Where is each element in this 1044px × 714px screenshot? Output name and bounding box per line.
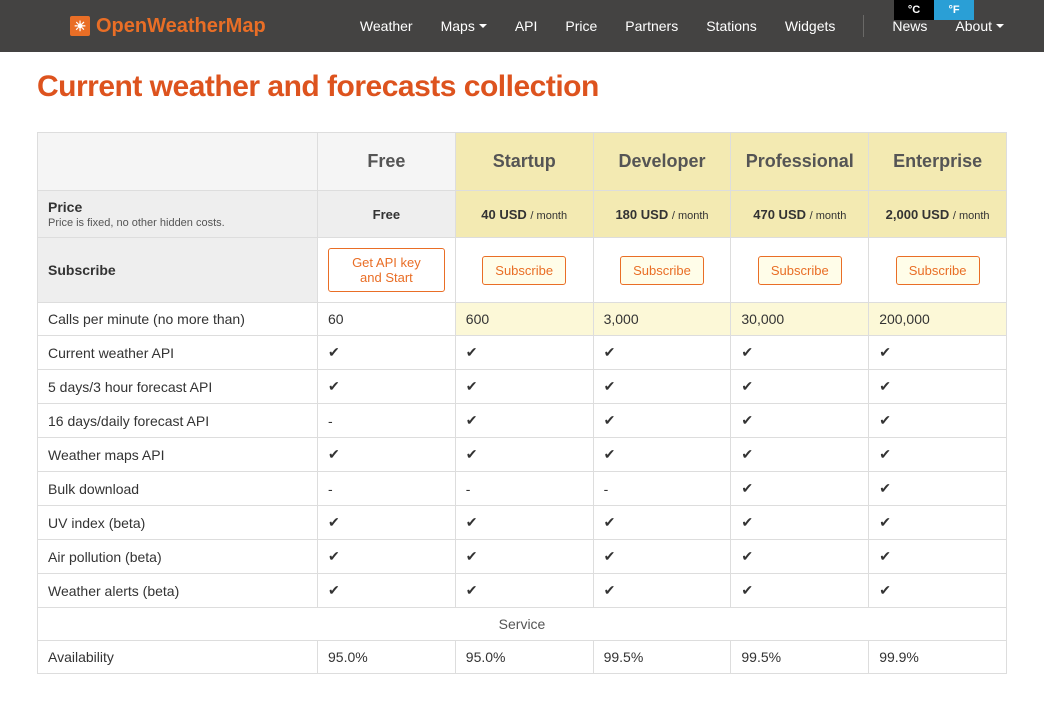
feature-label: 5 days/3 hour forecast API <box>38 370 318 404</box>
get-api-key-button[interactable]: Get API key and Start <box>328 248 445 292</box>
nav-news[interactable]: News <box>892 18 927 34</box>
feature-row: Bulk download---✔✔ <box>38 472 1007 506</box>
nav-partners[interactable]: Partners <box>625 18 678 34</box>
price-professional: 470 USD / month <box>731 191 869 238</box>
nav-price[interactable]: Price <box>565 18 597 34</box>
plan-developer-header: Developer <box>593 133 731 191</box>
subscribe-label-cell: Subscribe <box>38 238 318 303</box>
brand-text: OpenWeatherMap <box>96 15 266 38</box>
price-developer: 180 USD / month <box>593 191 731 238</box>
plan-free-header: Free <box>318 133 456 191</box>
unit-toggle: °C °F <box>894 0 974 20</box>
feature-label: Bulk download <box>38 472 318 506</box>
nav-maps[interactable]: Maps <box>441 18 487 34</box>
calls-developer: 3,000 <box>593 303 731 336</box>
subscribe-developer-button[interactable]: Subscribe <box>620 256 704 285</box>
calls-startup: 600 <box>455 303 593 336</box>
brand-logo[interactable]: ☀ OpenWeatherMap <box>70 15 266 38</box>
availability-label: Availability <box>38 641 318 674</box>
plan-professional-header: Professional <box>731 133 869 191</box>
service-header-row: Service <box>38 608 1007 641</box>
chevron-down-icon <box>996 24 1004 28</box>
calls-row: Calls per minute (no more than) 60 600 3… <box>38 303 1007 336</box>
feature-row: 16 days/daily forecast API-✔✔✔✔ <box>38 404 1007 438</box>
calls-label: Calls per minute (no more than) <box>38 303 318 336</box>
price-row: Price Price is fixed, no other hidden co… <box>38 191 1007 238</box>
feature-row: Weather alerts (beta)✔✔✔✔✔ <box>38 574 1007 608</box>
nav-divider <box>863 15 864 37</box>
feature-label: Weather alerts (beta) <box>38 574 318 608</box>
pricing-table: Free Startup Developer Professional Ente… <box>37 132 1007 674</box>
subscribe-row: Subscribe Get API key and Start Subscrib… <box>38 238 1007 303</box>
calls-professional: 30,000 <box>731 303 869 336</box>
nav-widgets[interactable]: Widgets <box>785 18 836 34</box>
subscribe-enterprise-button[interactable]: Subscribe <box>896 256 980 285</box>
plan-startup-header: Startup <box>455 133 593 191</box>
subscribe-professional-button[interactable]: Subscribe <box>758 256 842 285</box>
feature-row: 5 days/3 hour forecast API✔✔✔✔✔ <box>38 370 1007 404</box>
nav-about[interactable]: About <box>955 18 1004 34</box>
unit-celsius-button[interactable]: °C <box>894 0 934 20</box>
feature-row: Weather maps API✔✔✔✔✔ <box>38 438 1007 472</box>
calls-enterprise: 200,000 <box>869 303 1007 336</box>
feature-row: Current weather API✔✔✔✔✔ <box>38 336 1007 370</box>
price-free: Free <box>318 191 456 238</box>
price-label-cell: Price Price is fixed, no other hidden co… <box>38 191 318 238</box>
plan-enterprise-header: Enterprise <box>869 133 1007 191</box>
price-enterprise: 2,000 USD / month <box>869 191 1007 238</box>
nav-weather[interactable]: Weather <box>360 18 413 34</box>
sun-icon: ☀ <box>70 16 90 36</box>
feature-label: 16 days/daily forecast API <box>38 404 318 438</box>
feature-row: UV index (beta)✔✔✔✔✔ <box>38 506 1007 540</box>
nav-stations[interactable]: Stations <box>706 18 757 34</box>
top-navbar: °C °F ☀ OpenWeatherMap Weather Maps API … <box>0 0 1044 52</box>
feature-label: UV index (beta) <box>38 506 318 540</box>
plan-header-row: Free Startup Developer Professional Ente… <box>38 133 1007 191</box>
feature-row: Air pollution (beta)✔✔✔✔✔ <box>38 540 1007 574</box>
blank-header <box>38 133 318 191</box>
service-label: Service <box>38 608 1007 641</box>
calls-free: 60 <box>318 303 456 336</box>
feature-label: Weather maps API <box>38 438 318 472</box>
unit-fahrenheit-button[interactable]: °F <box>934 0 974 20</box>
page-title: Current weather and forecasts collection <box>37 70 1007 104</box>
chevron-down-icon <box>479 24 487 28</box>
availability-row: Availability95.0%95.0%99.5%99.5%99.9% <box>38 641 1007 674</box>
feature-label: Current weather API <box>38 336 318 370</box>
nav-api[interactable]: API <box>515 18 538 34</box>
feature-label: Air pollution (beta) <box>38 540 318 574</box>
price-startup: 40 USD / month <box>455 191 593 238</box>
subscribe-startup-button[interactable]: Subscribe <box>482 256 566 285</box>
